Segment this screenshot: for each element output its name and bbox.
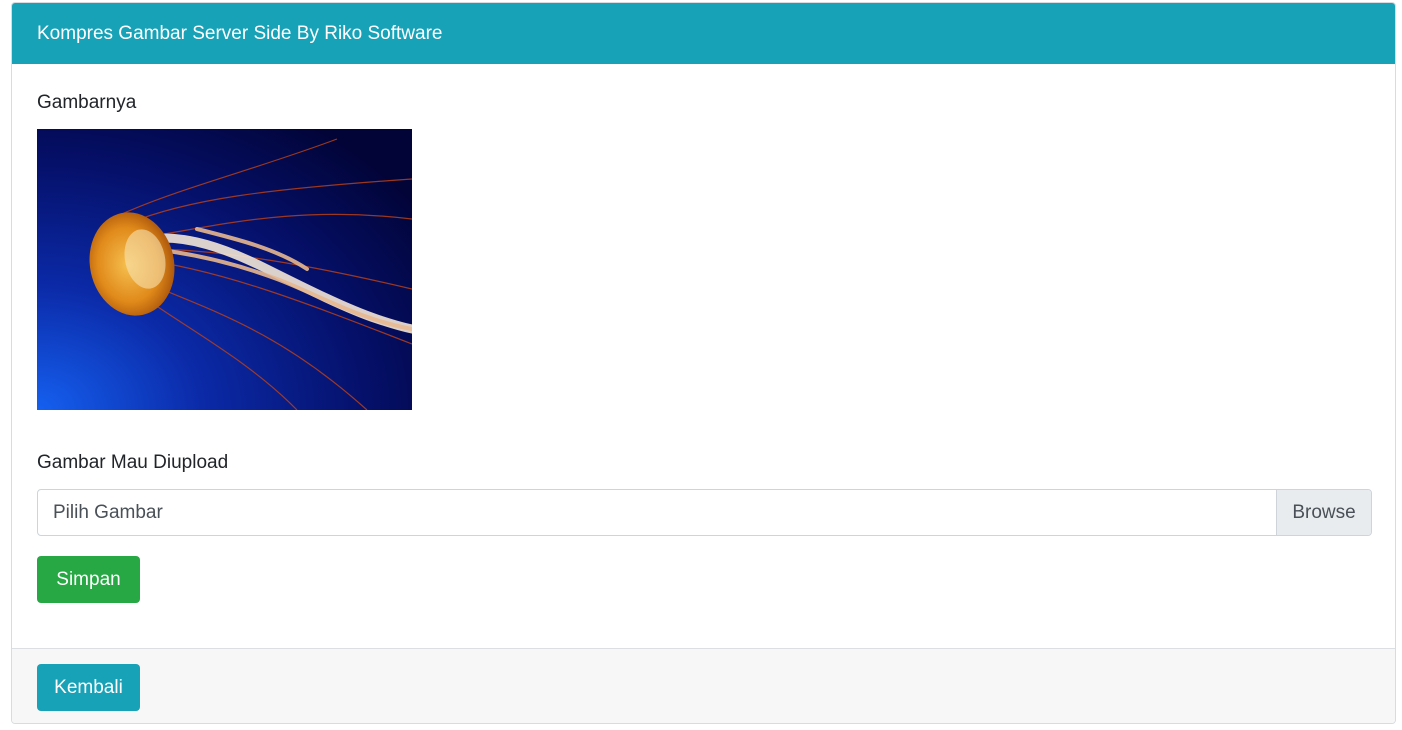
page-title: Kompres Gambar Server Side By Riko Softw… <box>37 23 443 44</box>
compress-card: Kompres Gambar Server Side By Riko Softw… <box>11 2 1396 724</box>
card-header: Kompres Gambar Server Side By Riko Softw… <box>12 3 1395 64</box>
save-button[interactable]: Simpan <box>37 556 140 603</box>
back-button[interactable]: Kembali <box>37 664 140 711</box>
browse-button[interactable]: Browse <box>1276 490 1371 535</box>
card-footer: Kembali <box>12 648 1395 723</box>
file-upload-input[interactable]: Pilih Gambar Browse <box>37 489 1372 536</box>
card-body: Gambarnya Gambar Mau Diupload Pilih Gamb… <box>12 64 1395 648</box>
upload-label: Gambar Mau Diupload <box>37 452 229 473</box>
image-label: Gambarnya <box>37 92 137 113</box>
file-placeholder[interactable]: Pilih Gambar <box>38 490 1276 535</box>
jellyfish-image <box>37 129 412 410</box>
